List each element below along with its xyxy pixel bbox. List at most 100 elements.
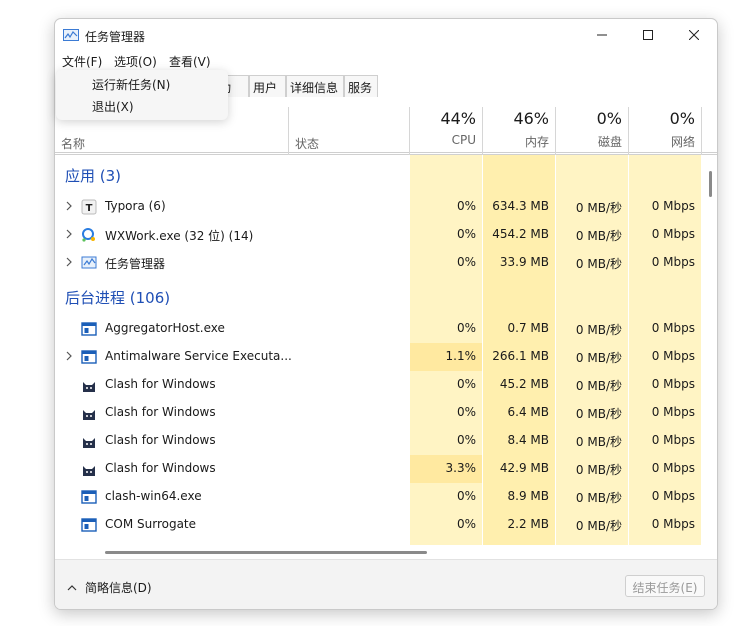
network-value: 0 Mbps <box>651 227 695 241</box>
group-header-apps[interactable]: 应用 (3) <box>55 155 701 193</box>
disk-value: 0 MB/秒 <box>575 435 622 449</box>
group-title: 后台进程 (106) <box>65 289 171 307</box>
process-name: COM Surrogate <box>105 517 197 531</box>
menu-view[interactable]: 查看(V) <box>167 53 213 70</box>
process-row[interactable]: Clash for Windows 0% 8.4 MB 0 MB/秒 0 Mbps <box>55 427 701 455</box>
cat-icon <box>81 461 97 477</box>
vertical-scrollbar[interactable] <box>709 171 712 197</box>
column-cpu[interactable]: 44% CPU <box>410 107 482 155</box>
process-row[interactable]: WXWork.exe (32 位) (14) 0% 454.2 MB 0 MB/秒 0 … <box>55 221 701 249</box>
column-disk[interactable]: 0% 磁盘 <box>556 107 628 155</box>
disk-value: 0 MB/秒 <box>575 407 622 421</box>
memory-value: 6.4 MB <box>507 405 549 419</box>
process-row[interactable]: 任务管理器 0% 33.9 MB 0 MB/秒 0 Mbps <box>55 249 701 277</box>
footer-bar: 简略信息(D) 结束任务(E) <box>55 559 717 609</box>
app-window-icon <box>81 321 97 337</box>
tab-services[interactable]: 服务 <box>344 75 378 97</box>
process-name: Clash for Windows <box>105 377 216 391</box>
memory-value: 8.4 MB <box>507 433 549 447</box>
maximize-button[interactable] <box>625 19 671 51</box>
typora-icon: T <box>81 199 97 215</box>
cpu-label: CPU <box>451 133 476 147</box>
memory-value: 45.2 MB <box>499 377 549 391</box>
cat-icon <box>81 405 97 421</box>
network-value: 0 Mbps <box>651 255 695 269</box>
process-name: WXWork.exe (32 位) (14) <box>105 229 254 243</box>
menu-file[interactable]: 文件(F) <box>60 53 104 70</box>
cpu-value: 0% <box>456 377 476 391</box>
disk-value: 0 MB/秒 <box>575 463 622 477</box>
title-bar: 任务管理器 <box>55 19 717 51</box>
disk-value: 0 MB/秒 <box>575 229 622 243</box>
memory-value: 33.9 MB <box>499 255 549 269</box>
file-menu-dropdown: 运行新任务(N) 退出(X) <box>56 70 228 120</box>
process-name: clash-win64.exe <box>105 489 202 503</box>
process-name: Typora (6) <box>105 199 166 213</box>
close-button[interactable] <box>671 19 717 51</box>
process-row[interactable]: clash-win64.exe 0% 8.9 MB 0 MB/秒 0 Mbps <box>55 483 701 511</box>
network-value: 0 Mbps <box>651 377 695 391</box>
column-status[interactable]: 状态 <box>295 135 319 152</box>
group-title: 应用 (3) <box>65 167 122 185</box>
process-row[interactable]: Clash for Windows 0% 6.4 MB 0 MB/秒 0 Mbps <box>55 399 701 427</box>
process-row[interactable]: AggregatorHost.exe 0% 0.7 MB 0 MB/秒 0 Mbps <box>55 315 701 343</box>
column-memory[interactable]: 46% 内存 <box>483 107 555 155</box>
horizontal-scrollbar[interactable] <box>105 551 427 554</box>
column-network[interactable]: 0% 网络 <box>629 107 701 155</box>
process-name: Clash for Windows <box>105 405 216 419</box>
cpu-value: 0% <box>456 489 476 503</box>
app-window-icon <box>81 349 97 365</box>
window-title: 任务管理器 <box>85 30 146 44</box>
disk-value: 0 MB/秒 <box>575 491 622 505</box>
cpu-total: 44% <box>440 109 476 128</box>
process-name: Antimalware Service Executa... <box>105 349 292 363</box>
cpu-value: 0% <box>456 255 476 269</box>
memory-total: 46% <box>513 109 549 128</box>
process-list: 应用 (3) T Typora (6) 0% 634.3 MB 0 MB/秒 0 Mbps… <box>55 155 717 545</box>
network-value: 0 Mbps <box>651 433 695 447</box>
cat-icon <box>81 433 97 449</box>
process-name: Clash for Windows <box>105 461 216 475</box>
network-value: 0 Mbps <box>651 321 695 335</box>
process-row[interactable]: Clash for Windows 3.3% 42.9 MB 0 MB/秒 0 Mbps <box>55 455 701 483</box>
column-divider <box>288 107 289 155</box>
process-row[interactable]: T Typora (6) 0% 634.3 MB 0 MB/秒 0 Mbps <box>55 193 701 221</box>
close-icon <box>689 30 699 40</box>
chevron-up-icon <box>67 584 77 590</box>
run-new-task-item[interactable]: 运行新任务(N) <box>92 76 170 93</box>
chevron-right-icon[interactable] <box>63 227 75 241</box>
fewer-details-label: 简略信息(D) <box>85 581 152 595</box>
cpu-value: 1.1% <box>410 343 482 371</box>
memory-value: 454.2 MB <box>492 227 549 241</box>
minimize-icon <box>597 34 607 36</box>
chevron-right-icon[interactable] <box>63 255 75 269</box>
disk-label: 磁盘 <box>597 135 622 149</box>
cpu-value: 3.3% <box>410 455 482 483</box>
network-value: 0 Mbps <box>651 461 695 475</box>
memory-value: 42.9 MB <box>499 461 549 475</box>
menu-options[interactable]: 选项(O) <box>112 53 159 70</box>
memory-value: 2.2 MB <box>507 517 549 531</box>
column-name[interactable]: 名称 <box>61 135 85 152</box>
disk-value: 0 MB/秒 <box>575 351 622 365</box>
fewer-details-button[interactable]: 简略信息(D) <box>67 579 152 596</box>
tab-users[interactable]: 用户 <box>249 75 286 97</box>
group-header-background[interactable]: 后台进程 (106) <box>55 277 701 315</box>
network-value: 0 Mbps <box>651 199 695 213</box>
disk-value: 0 MB/秒 <box>575 323 622 337</box>
end-task-button[interactable]: 结束任务(E) <box>625 575 705 597</box>
minimize-button[interactable] <box>579 19 625 51</box>
chevron-right-icon[interactable] <box>63 199 75 213</box>
task-manager-icon <box>81 255 97 271</box>
cpu-value: 0% <box>456 517 476 531</box>
tab-details[interactable]: 详细信息 <box>286 75 344 97</box>
process-row[interactable]: Clash for Windows 0% 45.2 MB 0 MB/秒 0 Mbps <box>55 371 701 399</box>
process-row[interactable]: Antimalware Service Executa... 1.1% 266.1 … <box>55 343 701 371</box>
process-name: AggregatorHost.exe <box>105 321 225 335</box>
chevron-right-icon[interactable] <box>63 349 75 363</box>
process-row[interactable]: COM Surrogate 0% 2.2 MB 0 MB/秒 0 Mbps <box>55 511 701 539</box>
memory-value: 8.9 MB <box>507 489 549 503</box>
column-divider <box>701 107 702 155</box>
exit-item[interactable]: 退出(X) <box>92 98 134 115</box>
disk-value: 0 MB/秒 <box>575 379 622 393</box>
